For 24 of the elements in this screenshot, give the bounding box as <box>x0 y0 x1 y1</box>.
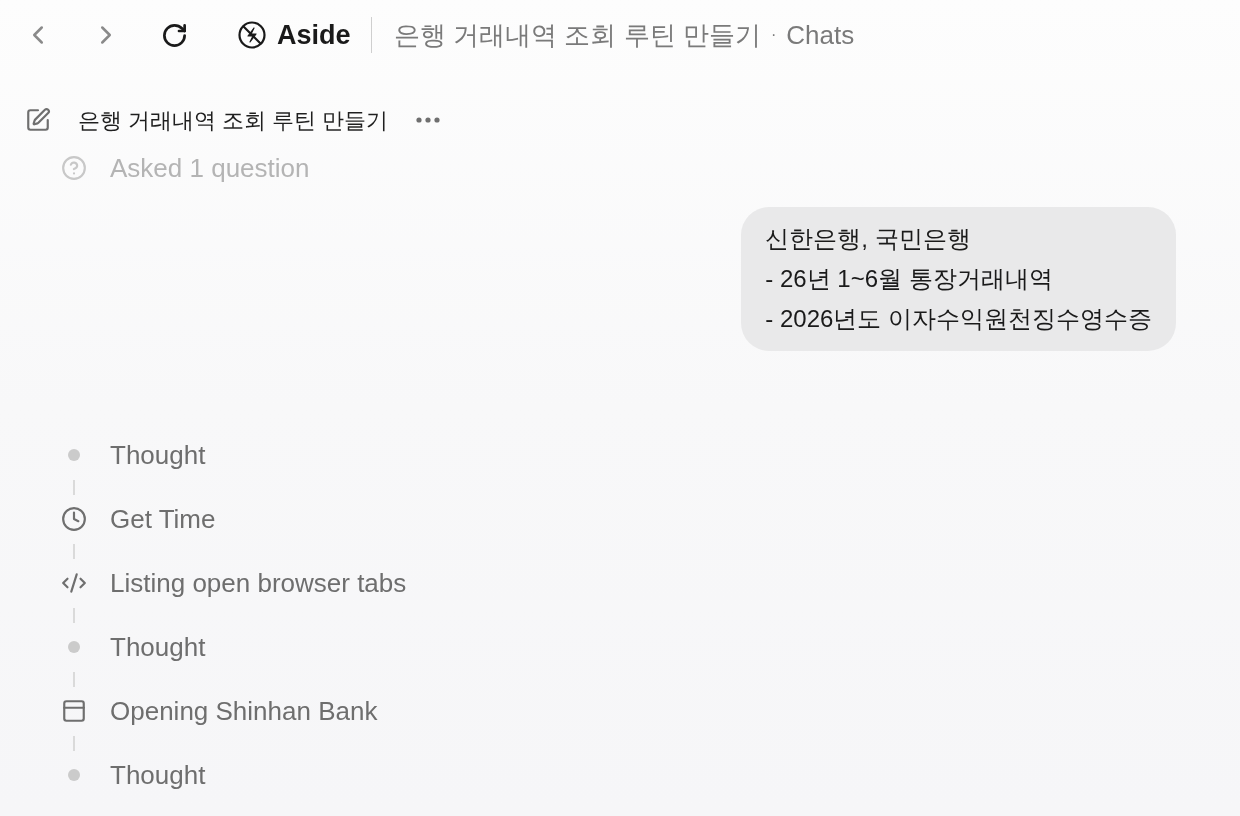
help-circle-icon <box>61 155 87 181</box>
step-label[interactable]: Listing open browser tabs <box>110 563 407 603</box>
step-label[interactable]: Thought <box>110 627 206 667</box>
ellipsis-icon <box>416 117 441 123</box>
chat-title: 은행 거래내역 조회 루틴 만들기 <box>78 106 389 135</box>
message-line: - 26년 1~6월 통장거래내역 <box>765 264 1054 294</box>
page-title: 은행 거래내역 조회 루틴 만들기 <box>394 18 761 52</box>
step-label[interactable]: Thought <box>110 755 206 795</box>
reload-icon <box>160 21 188 49</box>
collapsed-step-label: Asked 1 question <box>110 151 310 185</box>
section-name: Chats <box>786 18 855 52</box>
edit-button[interactable] <box>24 106 52 134</box>
message-line: - 2026년도 이자수익원천징수영수증 <box>765 304 1152 334</box>
code-icon <box>61 570 87 596</box>
message-line: 신한은행, 국민은행 <box>765 224 972 254</box>
window-icon <box>61 698 87 724</box>
breadcrumb-separator: · <box>770 25 777 45</box>
step-label[interactable]: Get Time <box>110 499 216 539</box>
app-name: Aside <box>277 18 351 52</box>
step-label[interactable]: Opening Shinhan Bank <box>110 691 378 731</box>
edit-icon <box>25 107 51 133</box>
logo-icon <box>238 21 266 49</box>
step-label[interactable]: Thought <box>110 435 206 475</box>
clock-icon <box>61 506 87 532</box>
